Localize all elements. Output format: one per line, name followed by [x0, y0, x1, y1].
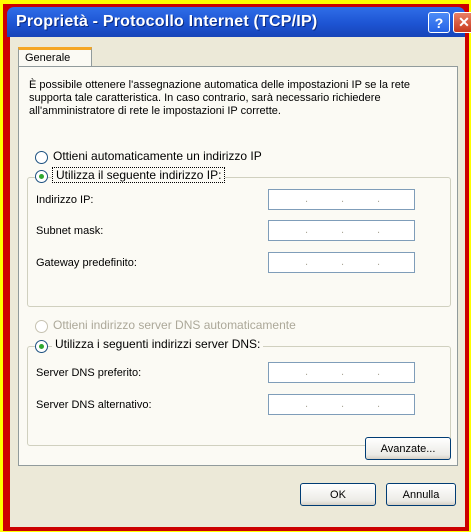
alternate-dns-label: Server DNS alternativo: — [36, 399, 152, 411]
preferred-dns-input[interactable]: ... — [268, 362, 415, 383]
radio-auto-dns-label: Ottieni indirizzo server DNS automaticam… — [53, 318, 296, 332]
subnet-mask-input[interactable]: ... — [268, 220, 415, 241]
radio-manual-ip[interactable] — [35, 170, 48, 183]
gateway-input[interactable]: ... — [268, 252, 415, 273]
close-icon: ✕ — [458, 14, 470, 30]
radio-manual-dns-label[interactable]: Utilizza i seguenti indirizzi server DNS… — [52, 337, 264, 351]
title-bar[interactable]: Proprietà - Protocollo Internet (TCP/IP)… — [7, 7, 471, 37]
close-button[interactable]: ✕ — [453, 12, 471, 33]
radio-auto-dns — [35, 320, 48, 333]
radio-manual-ip-label[interactable]: Utilizza il seguente indirizzo IP: — [52, 167, 226, 183]
cancel-button[interactable]: Annulla — [386, 483, 456, 506]
radio-auto-ip[interactable] — [35, 151, 48, 164]
help-icon: ? — [434, 14, 444, 31]
ok-button[interactable]: OK — [300, 483, 376, 506]
radio-manual-dns[interactable] — [35, 340, 48, 353]
help-button[interactable]: ? — [428, 12, 450, 33]
ip-address-label: Indirizzo IP: — [36, 194, 94, 206]
description-text: È possibile ottenere l'assegnazione auto… — [29, 79, 411, 117]
subnet-mask-label: Subnet mask: — [36, 225, 104, 237]
window-title: Proprietà - Protocollo Internet (TCP/IP) — [16, 13, 318, 30]
gateway-label: Gateway predefinito: — [36, 257, 137, 269]
tab-panel: È possibile ottenere l'assegnazione auto… — [18, 66, 458, 466]
advanced-button[interactable]: Avanzate... — [365, 437, 451, 460]
preferred-dns-label: Server DNS preferito: — [36, 367, 142, 379]
alternate-dns-input[interactable]: ... — [268, 394, 415, 415]
tab-generale[interactable]: Generale — [18, 47, 92, 67]
dialog-body: Generale È possibile ottenere l'assegnaz… — [10, 37, 465, 527]
radio-auto-ip-label[interactable]: Ottieni automaticamente un indirizzo IP — [53, 149, 262, 163]
ip-address-input[interactable]: ... — [268, 189, 415, 210]
